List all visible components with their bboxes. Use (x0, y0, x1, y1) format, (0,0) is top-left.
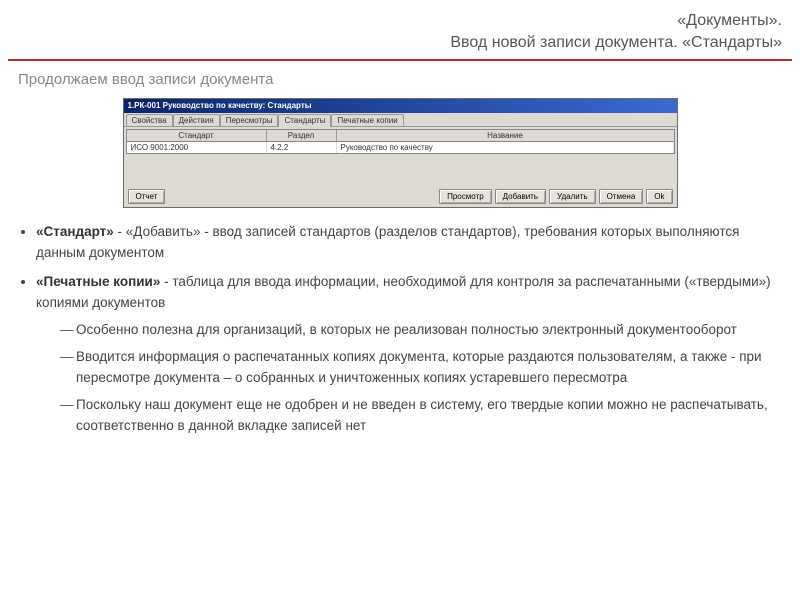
tab-actions[interactable]: Действия (173, 114, 220, 126)
title-line-1: «Документы». (18, 10, 782, 32)
view-button[interactable]: Просмотр (439, 189, 492, 204)
cell-standard: ИСО 9001:2000 (127, 142, 267, 153)
sub-bullet-1: Особенно полезна для организаций, в кото… (60, 320, 772, 341)
blank-area (124, 156, 677, 186)
tab-revisions[interactable]: Пересмотры (220, 114, 279, 126)
tab-standards[interactable]: Стандарты (278, 114, 331, 127)
col-name[interactable]: Название (337, 130, 674, 141)
bullet-2-label: «Печатные копии» (36, 274, 160, 289)
cell-name: Руководство по качеству (337, 142, 674, 153)
screenshot-container: 1.РК-001 Руководство по качеству: Станда… (0, 98, 800, 208)
slide-title: «Документы». Ввод новой записи документа… (0, 0, 800, 57)
report-button[interactable]: Отчет (128, 189, 166, 204)
add-button[interactable]: Добавить (495, 189, 546, 204)
sub-bullet-list: Особенно полезна для организаций, в кото… (36, 320, 772, 437)
col-standard[interactable]: Стандарт (127, 130, 267, 141)
titlebar: 1.РК-001 Руководство по качеству: Станда… (124, 99, 677, 113)
button-bar: Отчет Просмотр Добавить Удалить Отмена O… (124, 186, 677, 207)
subheading: Продолжаем ввод записи документа (0, 71, 800, 98)
bullet-1-label: «Стандарт» (36, 224, 114, 239)
bullet-2: «Печатные копии» - таблица для ввода инф… (36, 272, 772, 436)
cell-section: 4.2.2 (267, 142, 337, 153)
table-row[interactable]: ИСО 9001:2000 4.2.2 Руководство по качес… (127, 142, 674, 153)
cancel-button[interactable]: Отмена (599, 189, 644, 204)
bullet-1: «Стандарт» - «Добавить» - ввод записей с… (36, 222, 772, 264)
tabs-row: Свойства Действия Пересмотры Стандарты П… (124, 113, 677, 127)
delete-button[interactable]: Удалить (549, 189, 596, 204)
bullet-1-text: - «Добавить» - ввод записей стандартов (… (36, 224, 739, 260)
tab-properties[interactable]: Свойства (126, 114, 173, 126)
sub-bullet-2: Вводится информация о распечатанных копи… (60, 347, 772, 389)
table-header-row: Стандарт Раздел Название (127, 130, 674, 142)
table-area: Стандарт Раздел Название ИСО 9001:2000 4… (126, 129, 675, 154)
bullet-list: «Стандарт» - «Добавить» - ввод записей с… (0, 222, 800, 436)
tab-printed-copies[interactable]: Печатные копии (331, 114, 403, 126)
sub-bullet-3: Поскольку наш документ еще не одобрен и … (60, 395, 772, 437)
ok-button[interactable]: Ok (646, 189, 672, 204)
title-line-2: Ввод новой записи документа. «Стандарты» (18, 32, 782, 54)
divider (8, 59, 792, 61)
app-window: 1.РК-001 Руководство по качеству: Станда… (123, 98, 678, 208)
col-section[interactable]: Раздел (267, 130, 337, 141)
